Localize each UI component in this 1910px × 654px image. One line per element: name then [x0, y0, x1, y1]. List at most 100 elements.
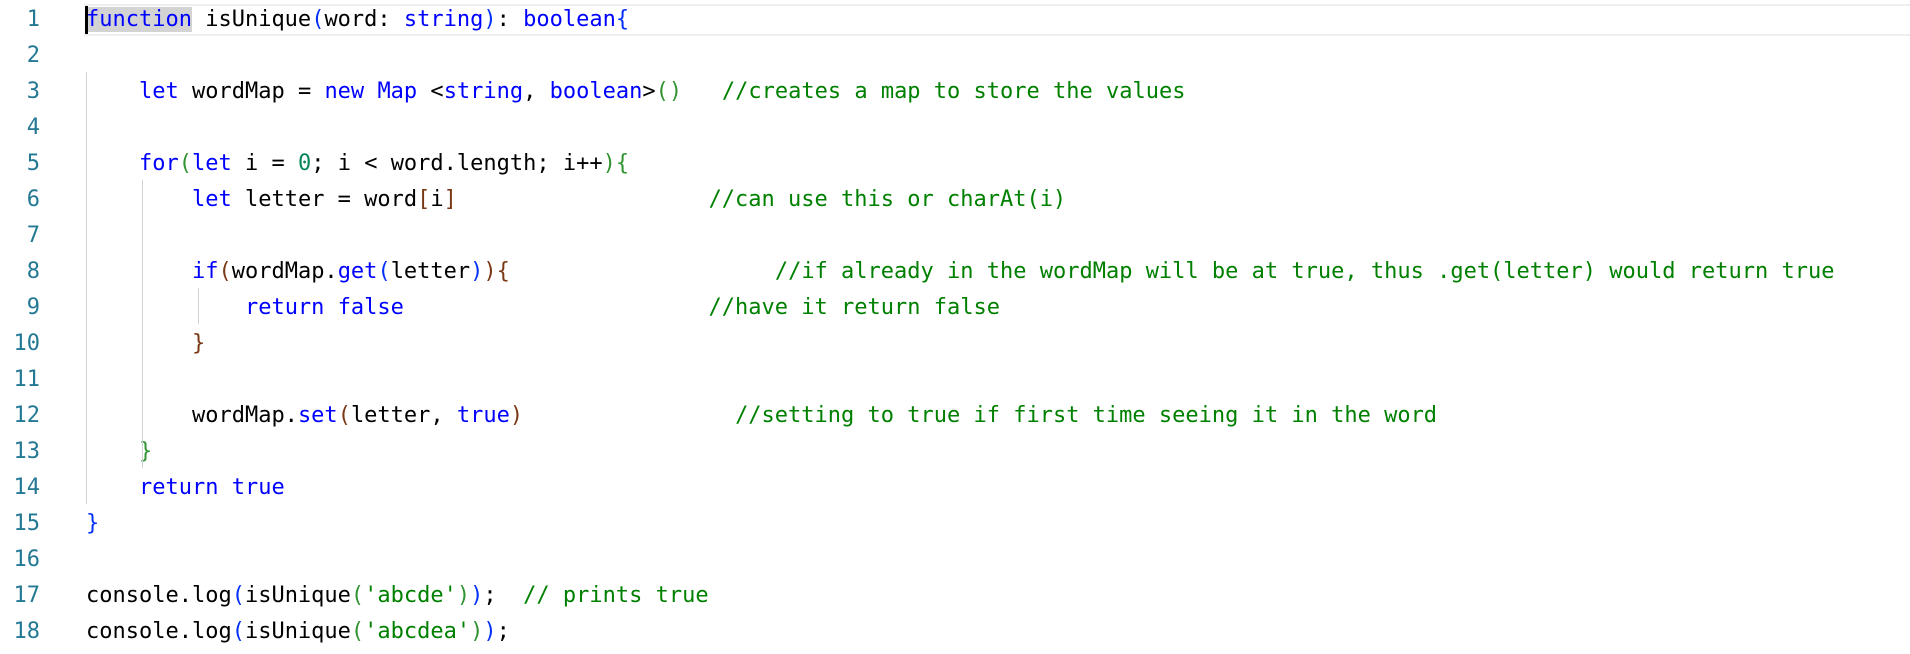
code-line[interactable]: 3 let wordMap = new Map <string, boolean… — [0, 74, 1910, 110]
code-line[interactable]: 1 function isUnique(word: string): boolea… — [0, 2, 1910, 38]
text-cursor — [85, 6, 88, 34]
code-token: } — [191, 331, 206, 356]
code-token: < — [417, 79, 444, 104]
line-number: 5 — [26, 151, 40, 176]
line-number: 2 — [26, 43, 40, 68]
code-line[interactable]: 10 } — [0, 326, 1910, 362]
code-token: ( — [377, 259, 391, 284]
line-number: 14 — [13, 475, 41, 500]
code-token: set — [297, 403, 338, 428]
code-text: } — [86, 506, 99, 542]
code-token: ( — [350, 583, 365, 608]
code-line[interactable]: 9 return false //have it return false — [0, 290, 1910, 326]
code-token: ) — [470, 259, 484, 284]
code-token: //setting to true if first time seeing i… — [523, 403, 1438, 428]
code-token: ) — [483, 7, 497, 32]
code-token: isUnique — [191, 7, 312, 32]
line-number: 9 — [26, 295, 40, 320]
code-token: isUnique — [244, 583, 351, 608]
code-token: i = — [231, 151, 298, 176]
line-number: 17 — [13, 583, 41, 608]
code-text: if(wordMap.get(letter)){ //if already in… — [86, 254, 1834, 290]
code-text: console.log(isUnique('abcdea')); — [86, 614, 510, 650]
line-number: 7 — [26, 223, 40, 248]
code-token: ( — [231, 583, 245, 608]
code-token: ( — [311, 7, 325, 32]
code-text: let wordMap = new Map <string, boolean>(… — [86, 74, 1185, 110]
code-token: ( — [218, 259, 232, 284]
line-number: 1 — [26, 7, 40, 32]
code-token: //have it return false — [403, 295, 1000, 320]
line-number: 11 — [13, 367, 41, 392]
code-token: { — [615, 151, 630, 176]
code-text: for(let i = 0; i < word.length; i++){ — [86, 146, 629, 182]
code-token: wordMap = — [178, 79, 325, 104]
code-token: > — [642, 79, 656, 104]
code-token: let — [138, 79, 179, 104]
code-line[interactable]: 17 console.log(isUnique('abcde')); // pri… — [0, 578, 1910, 614]
code-token: ; — [483, 583, 524, 608]
code-token: new — [324, 79, 365, 104]
code-token: ( — [231, 619, 245, 644]
code-token: ] — [443, 187, 457, 212]
code-token: // prints true — [523, 583, 709, 608]
code-token: function — [86, 7, 192, 32]
line-number: 15 — [13, 511, 41, 536]
code-line[interactable]: 7 — [0, 218, 1910, 254]
code-line[interactable]: 5 for(let i = 0; i < word.length; i++){ — [0, 146, 1910, 182]
code-token: { — [615, 7, 630, 32]
code-token: true — [456, 403, 510, 428]
code-line[interactable]: 16 — [0, 542, 1910, 578]
code-token: //creates a map to store the values — [682, 79, 1186, 104]
code-line[interactable]: 4 — [0, 110, 1910, 146]
code-token: //can use this or charAt(i) — [456, 187, 1067, 212]
code-line[interactable]: 13 } — [0, 434, 1910, 470]
code-line[interactable]: 8 if(wordMap.get(letter)){ //if already … — [0, 254, 1910, 290]
line-number: 10 — [13, 331, 41, 356]
code-token: for — [138, 151, 179, 176]
code-token: boolean — [523, 7, 616, 32]
code-token: word — [324, 7, 378, 32]
code-text: console.log(isUnique('abcde')); // print… — [86, 578, 709, 614]
code-line[interactable]: 12 wordMap.set(letter, true) //setting t… — [0, 398, 1910, 434]
code-token: 0 — [297, 151, 312, 176]
code-line[interactable]: 15} — [0, 506, 1910, 542]
code-token: boolean — [549, 79, 643, 104]
code-token: ) — [456, 583, 471, 608]
code-token: false — [337, 295, 404, 320]
code-token: 'abcdea' — [364, 619, 471, 644]
code-line[interactable]: 11 — [0, 362, 1910, 398]
line-number: 4 — [26, 115, 40, 140]
code-text: function isUnique(word: string): boolean… — [86, 2, 629, 38]
code-line[interactable]: 2 — [0, 38, 1910, 74]
code-line[interactable]: 18 console.log(isUnique('abcdea')); — [0, 614, 1910, 650]
line-number: 18 — [13, 619, 41, 644]
code-line[interactable]: 6 let letter = word[i] //can use this or… — [0, 182, 1910, 218]
code-editor[interactable]: 1 function isUnique(word: string): boolea… — [0, 0, 1910, 654]
code-text: let letter = word[i] //can use this or c… — [86, 182, 1066, 218]
code-line[interactable]: 14 return true — [0, 470, 1910, 506]
code-token: ) — [509, 403, 524, 428]
code-token: : — [496, 7, 524, 32]
code-text: wordMap.set(letter, true) //setting to t… — [86, 398, 1437, 434]
code-token: ) — [483, 259, 497, 284]
code-token: string — [403, 7, 484, 32]
code-token: } — [138, 439, 153, 464]
code-token: Map — [377, 79, 418, 104]
indent-guide — [142, 180, 143, 468]
line-number: 13 — [13, 439, 41, 464]
code-token: ( — [178, 151, 192, 176]
line-number: 16 — [13, 547, 41, 572]
code-token: letter — [390, 259, 471, 284]
code-token: : — [377, 7, 404, 32]
code-token: [ — [417, 187, 431, 212]
code-token: ) — [602, 151, 616, 176]
